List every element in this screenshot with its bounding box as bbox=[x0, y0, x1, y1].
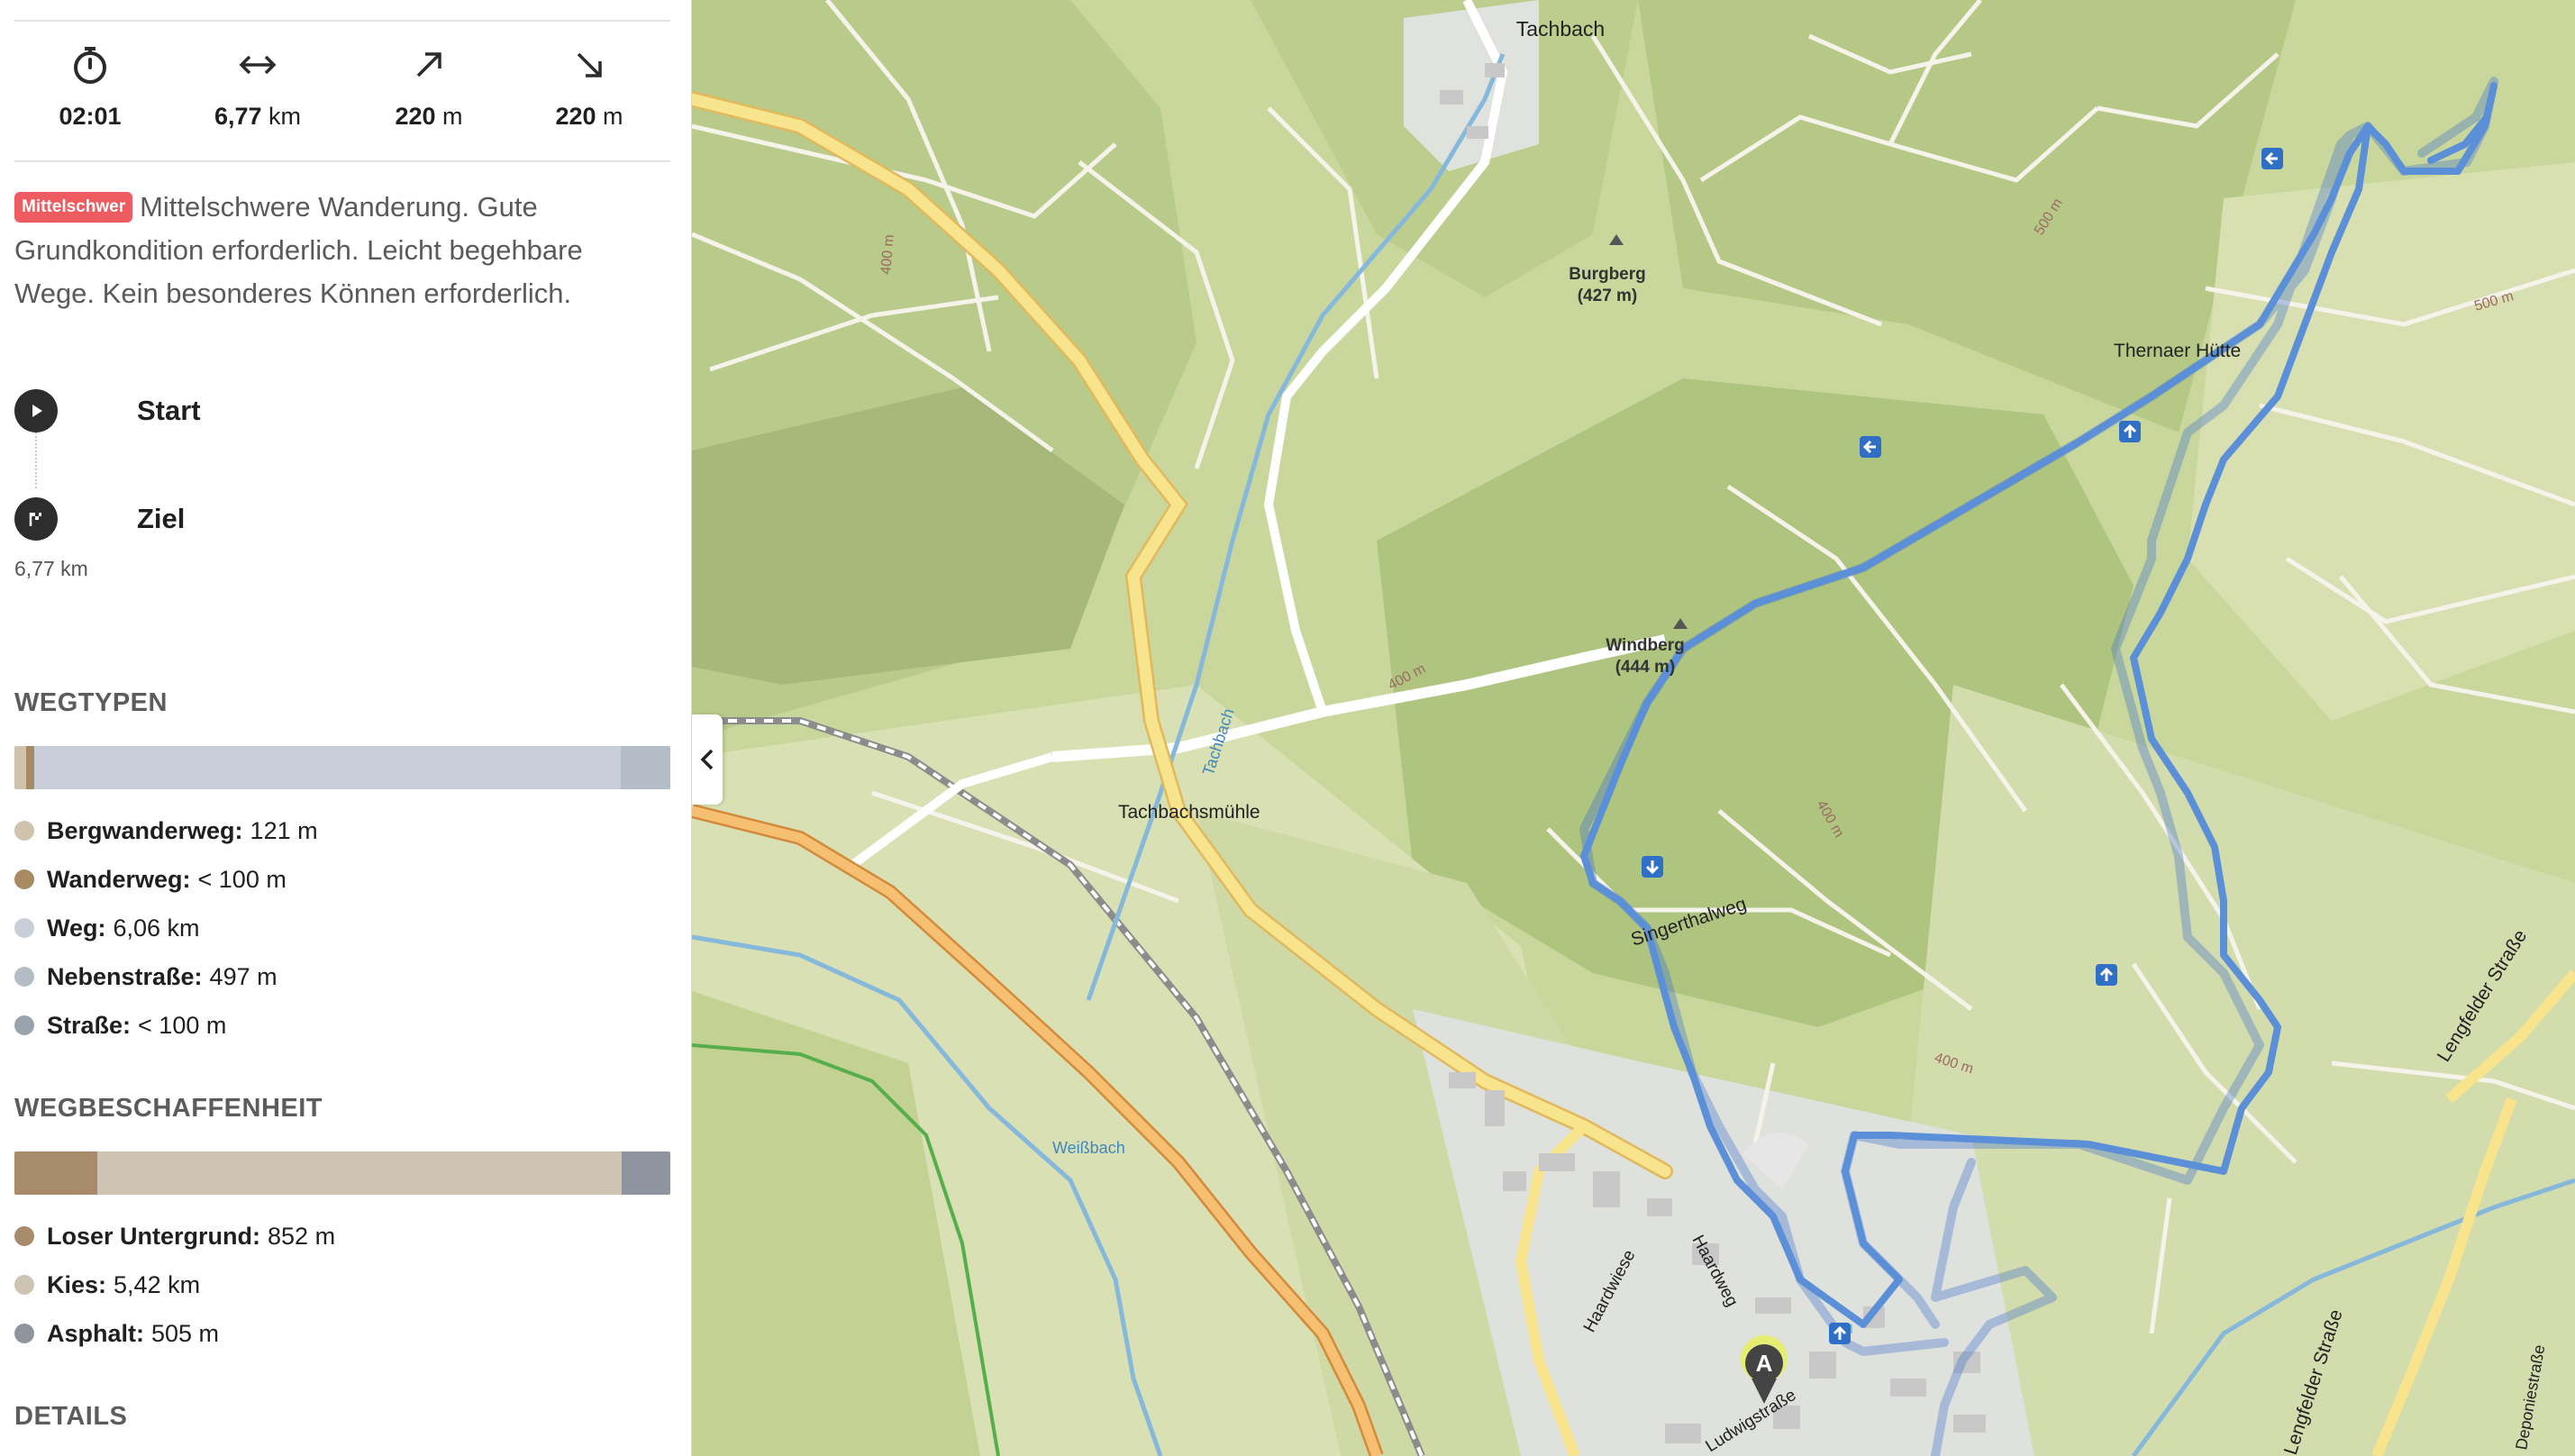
stat-distance: 6,77 km bbox=[177, 43, 339, 131]
label-tachbachsmuehle: Tachbachsmühle bbox=[1118, 802, 1260, 823]
label-windberg-height: (444 m) bbox=[1615, 658, 1676, 677]
waypoint-ziel[interactable]: Ziel bbox=[14, 497, 185, 541]
legend-label: Wanderweg: bbox=[47, 865, 191, 893]
legend-label: Nebenstraße: bbox=[47, 962, 203, 990]
waypoint-connector bbox=[35, 432, 37, 488]
flag-icon bbox=[14, 497, 58, 541]
wegbeschaffenheit-legend: Loser Untergrund: 852 m Kies: 5,42 km Asphal… bbox=[14, 1212, 335, 1358]
difficulty-description: Mittelschwer Mittelschwere Wanderung. Gut… bbox=[14, 186, 663, 315]
legend-item: Kies: 5,42 km bbox=[14, 1260, 335, 1309]
legend-swatch bbox=[14, 1226, 34, 1246]
stat-ascent-value: 220 bbox=[395, 103, 436, 130]
legend-label: Weg: bbox=[47, 914, 106, 942]
wegtypen-legend: Bergwanderweg: 121 m Wanderweg: < 100 m Weg:… bbox=[14, 806, 318, 1050]
difficulty-badge: Mittelschwer bbox=[14, 192, 133, 223]
stopwatch-icon bbox=[9, 43, 171, 86]
legend-label: Loser Untergrund: bbox=[47, 1222, 261, 1250]
stat-descent-value: 220 bbox=[555, 103, 596, 130]
legend-swatch bbox=[14, 1324, 34, 1343]
legend-swatch bbox=[14, 918, 34, 938]
collapse-sidebar-button[interactable] bbox=[692, 714, 723, 805]
map-view[interactable]: A Tachbach Burgberg (427 m) Windberg (44… bbox=[692, 0, 2575, 1456]
details-title: DETAILS bbox=[14, 1402, 128, 1431]
legend-item: Loser Untergrund: 852 m bbox=[14, 1212, 335, 1260]
stat-ascent-unit: m bbox=[442, 103, 463, 130]
divider bbox=[14, 160, 670, 162]
waypoint-ziel-label: Ziel bbox=[137, 503, 186, 534]
legend-item: Wanderweg: < 100 m bbox=[14, 855, 318, 904]
legend-value: 852 m bbox=[268, 1222, 336, 1250]
legend-item: Bergwanderweg: 121 m bbox=[14, 806, 318, 855]
legend-label: Asphalt: bbox=[47, 1319, 144, 1347]
label-weissbach: Weißbach bbox=[1052, 1139, 1125, 1157]
legend-swatch bbox=[14, 1015, 34, 1035]
bar-segment bbox=[26, 746, 34, 789]
play-icon bbox=[14, 389, 58, 432]
arrow-down-right-icon bbox=[508, 43, 670, 86]
legend-value: 121 m bbox=[250, 816, 318, 844]
divider bbox=[14, 20, 670, 22]
legend-item: Straße: < 100 m bbox=[14, 1001, 318, 1050]
legend-item: Weg: 6,06 km bbox=[14, 904, 318, 952]
legend-swatch bbox=[14, 869, 34, 889]
wegtypen-bar bbox=[14, 746, 670, 789]
route-sidebar: 02:01 6,77 km 220 m 220 m Mittelschwer Mi… bbox=[0, 0, 692, 1456]
chevron-left-icon bbox=[700, 749, 714, 770]
legend-item: Asphalt: 505 m bbox=[14, 1309, 335, 1358]
legend-swatch bbox=[14, 821, 34, 841]
legend-swatch bbox=[14, 1275, 34, 1295]
legend-item: Nebenstraße: 497 m bbox=[14, 952, 318, 1001]
bar-segment bbox=[621, 746, 670, 789]
stat-duration: 02:01 bbox=[9, 43, 171, 131]
label-burgberg-height: (427 m) bbox=[1578, 287, 1638, 305]
legend-value: < 100 m bbox=[138, 1011, 227, 1039]
legend-swatch bbox=[14, 967, 34, 987]
stat-descent: 220 m bbox=[508, 43, 670, 131]
legend-value: 6,06 km bbox=[113, 914, 200, 942]
legend-value: 5,42 km bbox=[114, 1270, 201, 1298]
label-burgberg: Burgberg bbox=[1569, 265, 1646, 284]
stat-ascent: 220 m bbox=[348, 43, 510, 131]
topographic-map[interactable]: A Tachbach Burgberg (427 m) Windberg (44… bbox=[692, 0, 2575, 1456]
legend-value: 505 m bbox=[151, 1319, 220, 1347]
waypoint-start-label: Start bbox=[137, 395, 201, 426]
start-marker-label: A bbox=[1756, 1350, 1773, 1377]
legend-value: < 100 m bbox=[197, 865, 287, 893]
legend-value: 497 m bbox=[209, 962, 278, 990]
horizontal-arrows-icon bbox=[177, 43, 339, 86]
bar-segment bbox=[96, 1151, 623, 1195]
wegbeschaffenheit-title: WEGBESCHAFFENHEIT bbox=[14, 1094, 323, 1123]
wegbeschaffenheit-bar bbox=[14, 1151, 670, 1195]
stat-duration-value: 02:01 bbox=[59, 103, 122, 130]
legend-label: Bergwanderweg: bbox=[47, 816, 243, 844]
bar-segment bbox=[33, 746, 622, 789]
legend-label: Kies: bbox=[47, 1270, 107, 1298]
stat-distance-value: 6,77 bbox=[214, 103, 262, 130]
bar-segment bbox=[622, 1151, 670, 1195]
bar-segment bbox=[14, 1151, 97, 1195]
stat-descent-unit: m bbox=[603, 103, 623, 130]
label-windberg: Windberg bbox=[1606, 636, 1684, 655]
ziel-distance: 6,77 km bbox=[14, 557, 88, 580]
label-thernaer-huette: Thernaer Hütte bbox=[2114, 341, 2241, 361]
label-tachbach: Tachbach bbox=[1516, 17, 1605, 41]
bar-segment bbox=[14, 746, 27, 789]
wegtypen-title: WEGTYPEN bbox=[14, 688, 168, 717]
stat-distance-unit: km bbox=[268, 103, 302, 130]
arrow-up-right-icon bbox=[348, 43, 510, 86]
waypoint-start[interactable]: Start bbox=[14, 389, 201, 432]
legend-label: Straße: bbox=[47, 1011, 132, 1039]
